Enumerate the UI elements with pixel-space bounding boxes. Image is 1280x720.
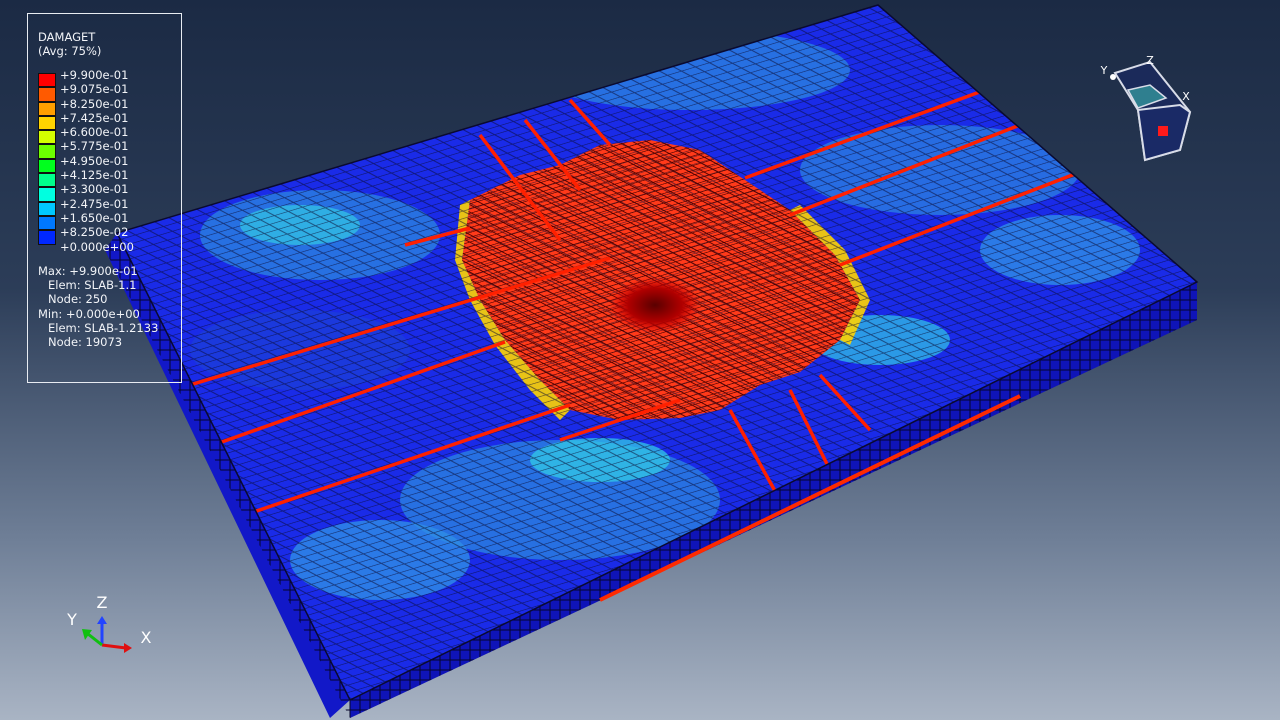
view-cube-marker	[1158, 126, 1168, 136]
legend-max-value: Max: +9.900e-01	[38, 264, 138, 278]
legend-min-elem: Elem: SLAB-1.2133	[48, 320, 159, 335]
legend-variable: DAMAGET	[38, 30, 96, 44]
view-cube[interactable]: Y Z X	[1100, 54, 1192, 162]
legend-min-node: Node: 19073	[48, 334, 123, 349]
legend-values: +9.900e-01 +9.075e-01 +8.250e-01 +7.425e-01…	[60, 68, 134, 254]
legend-level-label: +8.250e-02	[60, 225, 129, 240]
legend-swatch	[38, 130, 56, 145]
legend-swatch	[38, 187, 56, 202]
legend-level-label: +9.900e-01	[60, 68, 129, 82]
legend-swatch	[38, 173, 56, 188]
triad-z-label: Z	[97, 593, 108, 612]
triad-x-label: X	[141, 628, 152, 647]
legend-swatch	[38, 144, 56, 159]
legend-level-label: +5.775e-01	[60, 139, 129, 154]
legend-swatch	[38, 201, 56, 216]
legend-level-label: +1.650e-01	[60, 210, 129, 225]
legend-min-value: Min: +0.000e+00	[38, 306, 140, 321]
legend-color-bar	[38, 73, 56, 245]
legend-averaging: (Avg: 75%)	[38, 44, 102, 59]
viewcube-y-label: Y	[1100, 64, 1108, 77]
legend-level-label: +2.475e-01	[60, 196, 129, 211]
legend-swatch	[38, 158, 56, 174]
legend-swatch	[38, 101, 56, 116]
triad-y-label: Y	[66, 610, 77, 629]
orientation-triad: Z Y X	[66, 593, 152, 653]
contour-legend: DAMAGET (Avg: 75%) +9.900e-01 +9.075e-01 +…	[27, 13, 182, 383]
legend-swatch	[38, 215, 56, 231]
viewcube-x-label: X	[1182, 90, 1190, 103]
legend-swatch	[38, 115, 56, 131]
legend-level-label: +6.600e-01	[60, 125, 129, 140]
viewcube-z-label: Z	[1146, 54, 1154, 67]
legend-level-label: +9.075e-01	[60, 82, 129, 97]
legend-swatch	[38, 230, 56, 245]
legend-max-elem: Elem: SLAB-1.1	[48, 278, 137, 293]
legend-level-label: +0.000e+00	[60, 239, 134, 254]
legend-level-label: +7.425e-01	[60, 110, 129, 125]
legend-max-node: Node: 250	[48, 292, 108, 307]
legend-swatch	[38, 73, 56, 88]
legend-swatch	[38, 87, 56, 102]
model-viewport[interactable]: Z Y X Y Z X	[0, 0, 1280, 720]
legend-level-label: +3.300e-01	[60, 182, 129, 197]
legend-level-label: +8.250e-01	[60, 96, 129, 111]
legend-level-label: +4.950e-01	[60, 153, 129, 168]
legend-level-label: +4.125e-01	[60, 168, 129, 183]
